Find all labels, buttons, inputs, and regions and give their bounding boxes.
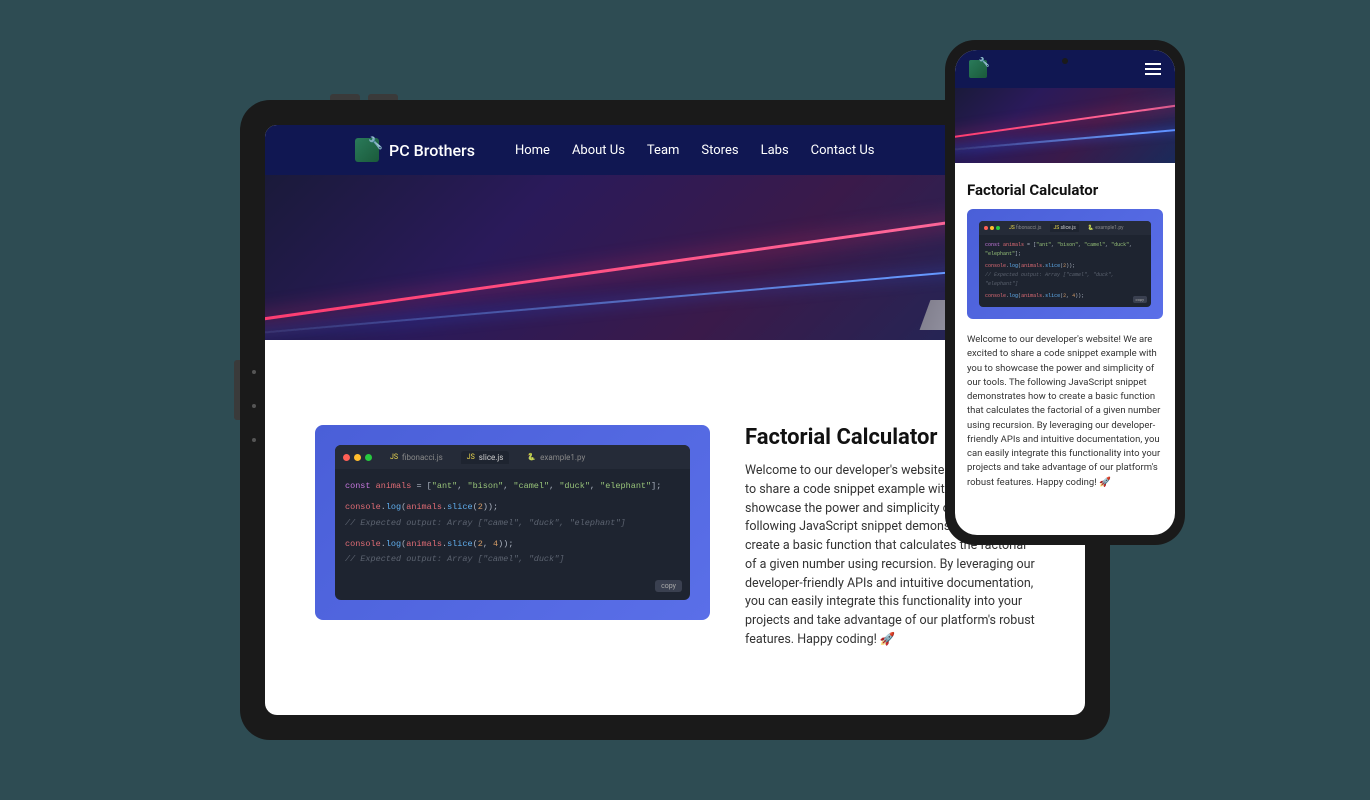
phone-section-title: Factorial Calculator	[967, 181, 1163, 199]
phone-device: Factorial Calculator JS fibonacci.js JS …	[945, 40, 1185, 545]
editor-tabs: JS fibonacci.js JS slice.js 🐍 example1.p…	[335, 445, 690, 469]
tablet-hw-buttons	[330, 94, 398, 100]
phone-camera-icon	[1062, 58, 1068, 64]
phone-tab-fibonacci[interactable]: JS fibonacci.js	[1006, 224, 1044, 232]
phone-editor-tabs: JS fibonacci.js JS slice.js 🐍 example1.p…	[979, 221, 1151, 235]
phone-brand-icon[interactable]	[969, 60, 987, 78]
brand-logo[interactable]: PC Brothers	[355, 138, 475, 162]
nav-labs[interactable]: Labs	[761, 143, 789, 158]
phone-code-editor: JS fibonacci.js JS slice.js 🐍 example1.p…	[979, 221, 1151, 307]
minimize-dot-icon	[990, 226, 994, 230]
phone-code-content: const animals = ["ant", "bison", "camel"…	[979, 235, 1151, 307]
nav-team[interactable]: Team	[647, 143, 680, 158]
phone-header	[955, 50, 1175, 88]
phone-copy-button[interactable]: copy	[1133, 296, 1148, 303]
phone-hero-image	[955, 88, 1175, 163]
tab-fibonacci[interactable]: JS fibonacci.js	[384, 451, 449, 464]
hamburger-menu-icon[interactable]	[1145, 63, 1161, 75]
nav-home[interactable]: Home	[515, 143, 550, 158]
nav-about[interactable]: About Us	[572, 143, 625, 158]
tab-example[interactable]: 🐍 example1.py	[521, 451, 591, 464]
code-content: const animals = ["ant", "bison", "camel"…	[335, 469, 690, 577]
tablet-nav: Home About Us Team Stores Labs Contact U…	[515, 143, 875, 158]
phone-tab-slice[interactable]: JS slice.js	[1050, 224, 1078, 232]
tablet-side-dots	[252, 370, 256, 442]
code-editor: JS fibonacci.js JS slice.js 🐍 example1.p…	[335, 445, 690, 600]
maximize-dot-icon	[996, 226, 1000, 230]
phone-window-controls	[984, 226, 1000, 230]
window-controls	[343, 454, 372, 461]
minimize-dot-icon	[354, 454, 361, 461]
copy-button[interactable]: copy	[655, 580, 682, 592]
brand-name: PC Brothers	[389, 141, 475, 160]
nav-stores[interactable]: Stores	[701, 143, 738, 158]
phone-main: Factorial Calculator JS fibonacci.js JS …	[955, 163, 1175, 508]
phone-code-card: JS fibonacci.js JS slice.js 🐍 example1.p…	[967, 209, 1163, 319]
close-dot-icon	[984, 226, 988, 230]
close-dot-icon	[343, 454, 350, 461]
phone-tab-example[interactable]: 🐍 example1.py	[1085, 224, 1127, 232]
code-snippet-card: JS fibonacci.js JS slice.js 🐍 example1.p…	[315, 425, 710, 620]
brand-icon	[355, 138, 379, 162]
phone-screen: Factorial Calculator JS fibonacci.js JS …	[955, 50, 1175, 535]
phone-section-description: Welcome to our developer's website! We a…	[967, 333, 1163, 490]
tab-slice[interactable]: JS slice.js	[461, 451, 510, 464]
nav-contact[interactable]: Contact Us	[811, 143, 875, 158]
maximize-dot-icon	[365, 454, 372, 461]
